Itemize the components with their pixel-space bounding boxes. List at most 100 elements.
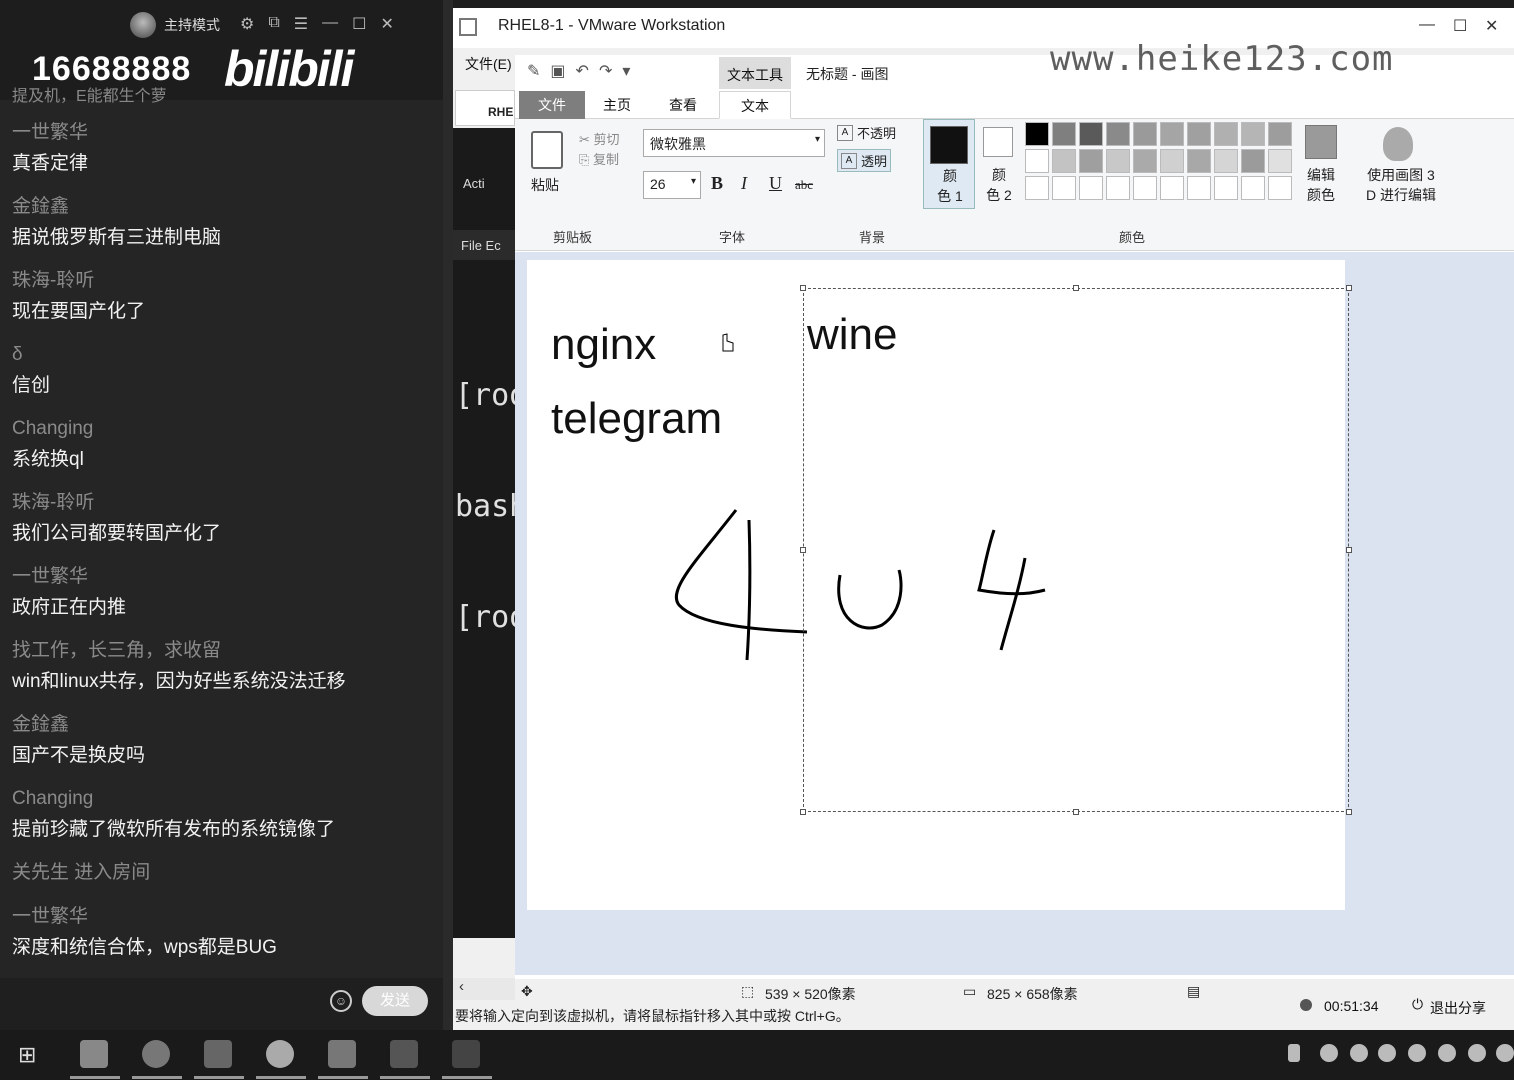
color-swatch[interactable]: [1241, 122, 1265, 146]
color-swatch[interactable]: [1025, 122, 1049, 146]
color-swatch[interactable]: [1025, 176, 1049, 200]
qq-icon[interactable]: [266, 1040, 294, 1068]
guest-terminal[interactable]: [roo bash [roo: [455, 303, 515, 710]
transparent-option[interactable]: A 透明: [837, 149, 892, 172]
minimize-icon[interactable]: —: [322, 14, 338, 34]
chevron-down-icon[interactable]: ▾: [622, 61, 630, 81]
color-swatch[interactable]: [1268, 176, 1292, 200]
minimize-icon[interactable]: —: [1419, 16, 1435, 34]
chat-user[interactable]: δ: [12, 340, 437, 370]
chat-user[interactable]: 珠海-聆听: [12, 266, 437, 296]
paint3d-button[interactable]: 使用画图 3D 进行编辑: [1357, 165, 1445, 205]
resize-handle[interactable]: [800, 809, 806, 815]
maximize-icon[interactable]: ☐: [1453, 16, 1467, 36]
qq-tray-icon[interactable]: [1378, 1044, 1396, 1062]
color-swatch[interactable]: [1160, 176, 1184, 200]
maximize-icon[interactable]: ☐: [352, 14, 366, 34]
color-swatch[interactable]: [1160, 149, 1184, 173]
paste-button[interactable]: 粘贴: [531, 175, 559, 195]
color-swatch[interactable]: [1106, 176, 1130, 200]
guest-activities[interactable]: Acti: [463, 176, 485, 191]
exit-share-button[interactable]: 退出分享: [1430, 998, 1486, 1018]
color-swatch[interactable]: [1187, 122, 1211, 146]
chat-user[interactable]: 珠海-聆听: [12, 488, 437, 518]
guest-terminal-menu[interactable]: File Ec: [453, 230, 515, 260]
resize-handle[interactable]: [800, 547, 806, 553]
paint3d-icon[interactable]: [1383, 127, 1413, 161]
chat-user[interactable]: 一世繁华: [12, 902, 437, 932]
settings-icon[interactable]: ⚙: [240, 14, 254, 34]
editor-icon[interactable]: [328, 1040, 356, 1068]
undo-icon[interactable]: ↶: [576, 61, 589, 81]
tab-file[interactable]: 文件: [519, 91, 585, 119]
browser-icon[interactable]: [142, 1040, 170, 1068]
chat-user[interactable]: Changing: [12, 414, 437, 444]
tab-text[interactable]: 文本: [719, 91, 791, 119]
selection-box[interactable]: [800, 285, 1352, 815]
resize-handle[interactable]: [800, 285, 806, 291]
color-swatch[interactable]: [1214, 122, 1238, 146]
tab-home[interactable]: 主页: [589, 91, 645, 119]
close-icon[interactable]: ✕: [380, 14, 393, 34]
terminal-taskbar-icon[interactable]: [452, 1040, 480, 1068]
color-swatch[interactable]: [1133, 176, 1157, 200]
color-swatch[interactable]: [1241, 149, 1265, 173]
resize-handle[interactable]: [1073, 285, 1079, 291]
chat-user[interactable]: 一世繁华: [12, 118, 437, 148]
host-mode[interactable]: 主持模式: [130, 12, 220, 38]
strikethrough-button[interactable]: abc: [795, 177, 813, 193]
menu-icon[interactable]: ☰: [294, 14, 308, 34]
color-swatch[interactable]: [1214, 149, 1238, 173]
resize-handle[interactable]: [1073, 809, 1079, 815]
bold-button[interactable]: B: [711, 173, 723, 194]
color-swatch[interactable]: [1079, 176, 1103, 200]
chat-user[interactable]: 一世繁华: [12, 562, 437, 592]
underline-button[interactable]: U: [769, 173, 782, 194]
color-swatch[interactable]: [1052, 149, 1076, 173]
italic-button[interactable]: I: [741, 173, 747, 194]
color-swatch[interactable]: [1079, 149, 1103, 173]
color-swatch[interactable]: [1268, 122, 1292, 146]
color-swatch[interactable]: [1106, 122, 1130, 146]
font-size-select[interactable]: 26 ▾: [643, 171, 701, 199]
settings-tray-icon[interactable]: [1496, 1044, 1514, 1062]
resize-handle[interactable]: [1346, 547, 1352, 553]
popout-icon[interactable]: ⧉: [268, 14, 279, 34]
vm-tab[interactable]: RHE: [455, 90, 515, 126]
resize-handle[interactable]: [1346, 285, 1352, 291]
chat-user[interactable]: 金鍂鑫: [12, 710, 437, 740]
paint-taskbar-icon[interactable]: [390, 1040, 418, 1068]
save-icon[interactable]: ▣: [550, 61, 565, 81]
qq-tray-icon[interactable]: [1438, 1044, 1456, 1062]
font-family-select[interactable]: 微软雅黑 ▾: [643, 129, 825, 157]
resize-handle[interactable]: [1346, 809, 1352, 815]
color-swatch[interactable]: [1241, 176, 1265, 200]
cut-button[interactable]: ✂ 剪切: [579, 129, 620, 148]
scroll-left-icon[interactable]: ‹: [453, 978, 515, 1000]
redo-icon[interactable]: ↷: [599, 61, 612, 81]
color-swatch[interactable]: [1268, 149, 1292, 173]
color-swatch[interactable]: [1160, 122, 1184, 146]
paste-icon[interactable]: [531, 131, 563, 169]
chat-user[interactable]: Changing: [12, 784, 437, 814]
color-swatch[interactable]: [1133, 149, 1157, 173]
tab-view[interactable]: 查看: [655, 91, 711, 119]
paint-app-icon[interactable]: ✎: [527, 61, 540, 81]
avatar[interactable]: [130, 12, 156, 38]
edit-colors-icon[interactable]: [1305, 125, 1337, 159]
color-swatch[interactable]: [1025, 149, 1049, 173]
chat-user[interactable]: 金鍂鑫: [12, 192, 437, 222]
close-icon[interactable]: ✕: [1485, 16, 1498, 36]
color-swatch[interactable]: [1214, 176, 1238, 200]
edit-colors-button[interactable]: 编辑 颜色: [1299, 165, 1343, 205]
color-swatch[interactable]: [1187, 149, 1211, 173]
chat-user[interactable]: 找工作，长三角，求收留: [12, 636, 437, 666]
windows-start-icon[interactable]: ⊞: [18, 1042, 36, 1068]
qq-tray-icon[interactable]: [1408, 1044, 1426, 1062]
copy-button[interactable]: ⎘ 复制: [579, 149, 619, 168]
file-explorer-icon[interactable]: [80, 1040, 108, 1068]
color-swatch[interactable]: [1133, 122, 1157, 146]
color1-button[interactable]: 颜色 1: [923, 119, 975, 209]
color-swatch[interactable]: [1106, 149, 1130, 173]
opaque-option[interactable]: A 不透明: [837, 123, 896, 142]
